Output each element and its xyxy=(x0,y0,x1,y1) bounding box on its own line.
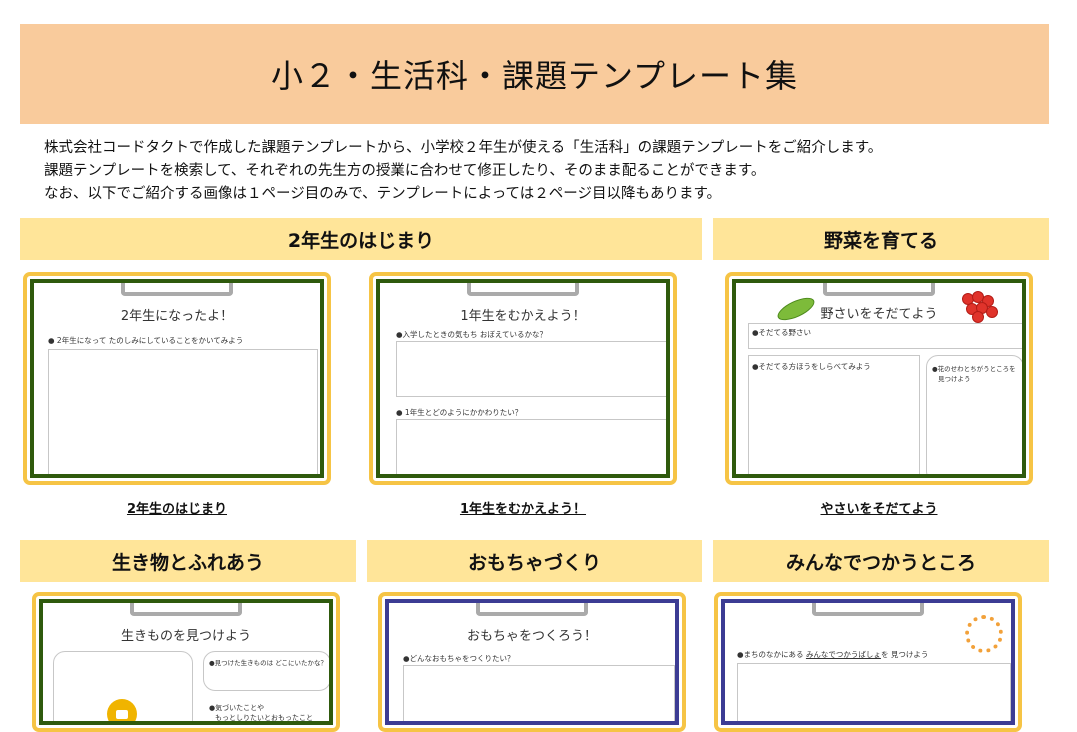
template-link-hajimari[interactable]: 2年生のはじまり xyxy=(23,498,331,517)
question-label: もっとしりたいとおもったこと xyxy=(215,714,313,722)
intro-line-2: 課題テンプレートを検索して、それぞれの先生方の授業に合わせて修正したり、そのまま… xyxy=(44,163,766,179)
answer-box xyxy=(748,355,920,474)
section-header-hajimari: 2年生のはじまり xyxy=(20,218,702,260)
answer-box xyxy=(48,349,318,474)
sheet-title: 2年生になったよ！ xyxy=(120,309,234,324)
section-header-yasai: 野菜を育てる xyxy=(713,218,1049,260)
clipboard-clip-icon xyxy=(467,283,579,296)
answer-box xyxy=(737,663,1011,721)
answer-box xyxy=(396,341,666,397)
question-label: ● 2年生になって たのしみにしていることをかいてみよう xyxy=(48,336,244,345)
answer-box xyxy=(396,419,666,474)
question-label: ●入学したときの気もち おぼえているかな？ xyxy=(396,330,548,339)
page-title: 小２・生活科・課題テンプレート集 xyxy=(270,57,799,95)
section-header-minna: みんなでつかうところ xyxy=(713,540,1049,582)
page-banner: 小２・生活科・課題テンプレート集 xyxy=(20,24,1049,124)
clipboard-clip-icon xyxy=(476,603,588,616)
section-header-ikimono: 生き物とふれあう xyxy=(20,540,356,582)
clipboard-clip-icon xyxy=(812,603,924,616)
card-frame: ●まちのなかにある みんなでつかうばしょを 見つけよう xyxy=(721,599,1015,725)
sheet-title: 生きものを見つけよう xyxy=(120,629,251,644)
question-label: ●そだてる方ほうをしらべてみよう xyxy=(752,362,871,371)
sheet-title: 1年生をむかえよう！ xyxy=(460,309,586,324)
card-frame: 野さいをそだてよう ●そだてる野さい ●そだてる方ほうをしらべてみよう ●花のせ… xyxy=(732,279,1026,478)
clipboard-clip-icon xyxy=(823,283,935,296)
question-label: 見つけよう xyxy=(938,375,971,383)
children-circle-icon xyxy=(965,615,1003,653)
question-label: ●どんなおもちゃをつくりたい？ xyxy=(403,654,515,663)
template-card-ikimono[interactable]: 生きものを見つけよう ●見つけた生きものは どこにいたかな？ ●気づいたことや … xyxy=(32,592,340,732)
card-frame: 生きものを見つけよう ●見つけた生きものは どこにいたかな？ ●気づいたことや … xyxy=(39,599,333,725)
card-frame: 1年生をむかえよう！ ●入学したときの気もち おぼえているかな？ ● 1年生とど… xyxy=(376,279,670,478)
intro-text: 株式会社コードタクトで作成した課題テンプレートから、小学校２年生が使える「生活科… xyxy=(44,137,1044,206)
template-card-minna[interactable]: ●まちのなかにある みんなでつかうばしょを 見つけよう xyxy=(714,592,1022,732)
template-link-yasai[interactable]: やさいをそだてよう xyxy=(725,498,1033,517)
answer-box xyxy=(403,665,675,721)
camera-icon xyxy=(107,699,137,721)
clipboard-clip-icon xyxy=(130,603,242,616)
card-frame: 2年生になったよ！ ● 2年生になって たのしみにしていることをかいてみよう xyxy=(30,279,324,478)
question-label: ●花のせわとちがうところを xyxy=(932,365,1016,373)
sheet-title: おもちゃをつくろう！ xyxy=(466,629,597,644)
sheet-title: 野さいをそだてよう xyxy=(820,307,938,322)
intro-line-3: なお、以下でご紹介する画像は１ページ目のみで、テンプレートによっては２ページ目以… xyxy=(44,186,722,202)
template-card-hajimari[interactable]: 2年生になったよ！ ● 2年生になって たのしみにしていることをかいてみよう xyxy=(23,272,331,485)
section-header-omocha: おもちゃづくり xyxy=(367,540,702,582)
template-link-mukaeyou[interactable]: 1年生をむかえよう！ xyxy=(369,498,677,517)
question-label: ●気づいたことや xyxy=(209,704,265,712)
card-frame: おもちゃをつくろう！ ●どんなおもちゃをつくりたい？ xyxy=(385,599,679,725)
intro-line-1: 株式会社コードタクトで作成した課題テンプレートから、小学校２年生が使える「生活科… xyxy=(44,140,883,156)
question-label: ●そだてる野さい xyxy=(752,328,812,337)
question-label: ●まちのなかにある みんなでつかうばしょを 見つけよう xyxy=(737,650,929,659)
template-card-omocha[interactable]: おもちゃをつくろう！ ●どんなおもちゃをつくりたい？ xyxy=(378,592,686,732)
question-label: ● 1年生とどのようにかかわりたい？ xyxy=(396,408,523,417)
template-card-mukaeyou[interactable]: 1年生をむかえよう！ ●入学したときの気もち おぼえているかな？ ● 1年生とど… xyxy=(369,272,677,485)
clipboard-clip-icon xyxy=(121,283,233,296)
template-card-yasai[interactable]: 野さいをそだてよう ●そだてる野さい ●そだてる方ほうをしらべてみよう ●花のせ… xyxy=(725,272,1033,485)
question-label: ●見つけた生きものは どこにいたかな？ xyxy=(209,659,328,667)
